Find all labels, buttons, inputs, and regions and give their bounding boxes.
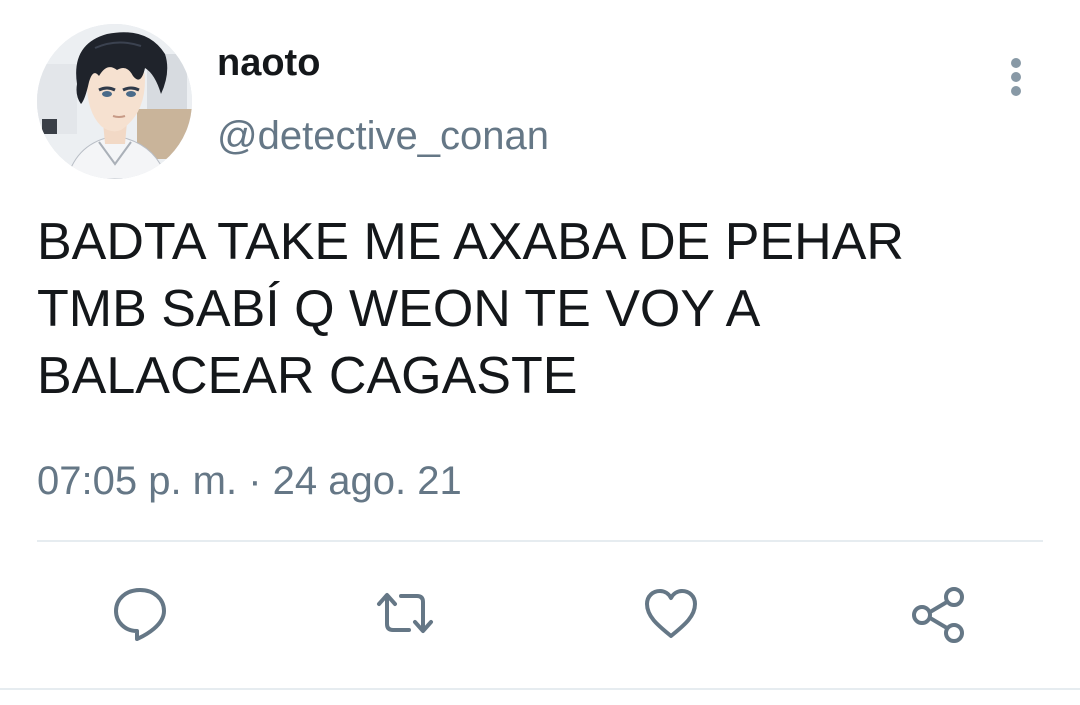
share-button[interactable] [908,584,968,644]
retweet-button[interactable] [375,584,435,644]
reply-button[interactable] [110,584,170,644]
tweet-text: BADTA TAKE ME AXABA DE PEHAR TMB SABÍ Q … [37,209,1047,410]
reply-icon [114,588,166,641]
like-button[interactable] [641,584,701,644]
author-display-name[interactable]: naoto [217,40,320,86]
author-handle[interactable]: @detective_conan [217,112,549,160]
retweet-icon [377,593,433,633]
bottom-divider [0,688,1080,690]
tweet-text-line: BALACEAR CAGASTE [37,347,578,405]
avatar-image [37,24,192,179]
divider [37,540,1043,542]
tweet-text-line: TMB SABÍ Q WEON TE VOY A [37,280,761,338]
share-icon [912,587,964,643]
heart-icon [645,589,697,638]
tweet-timestamp[interactable]: 07:05 p. m. · 24 ago. 21 [37,457,462,505]
more-options-button[interactable] [996,52,1038,100]
tweet-text-line: BADTA TAKE ME AXABA DE PEHAR [37,213,904,271]
avatar[interactable] [37,24,192,179]
